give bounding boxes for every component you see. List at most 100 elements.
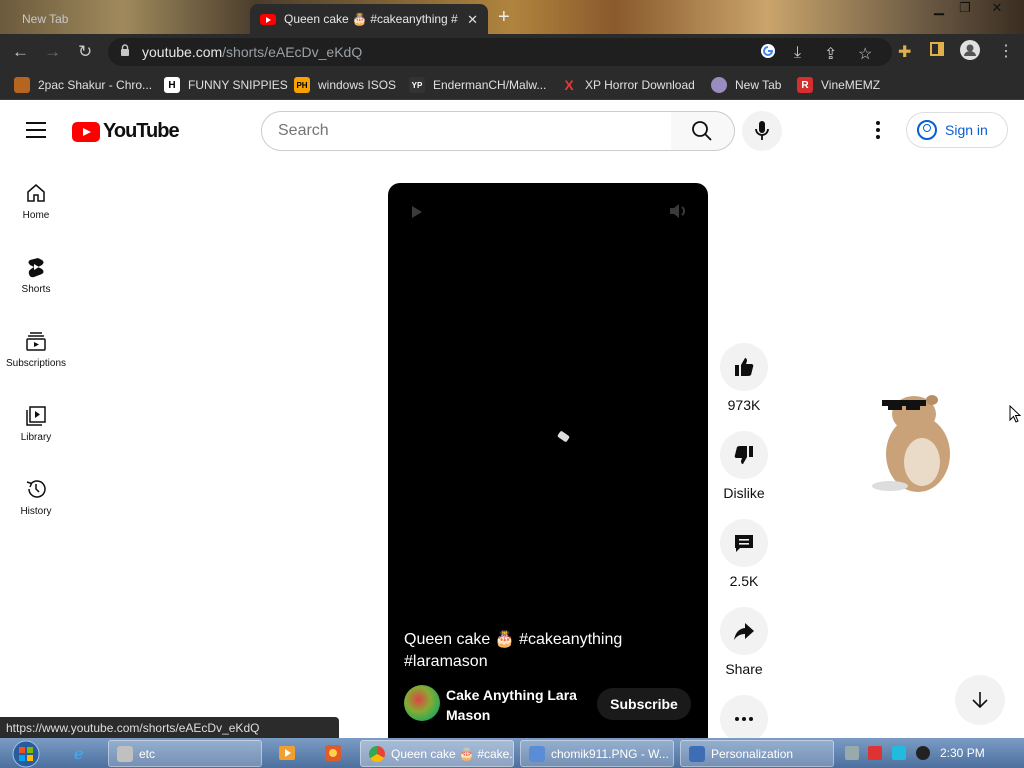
youtube-logo[interactable]: YouTube	[72, 120, 180, 143]
share-page-icon[interactable]: ⇪	[824, 44, 837, 64]
tray-network-icon[interactable]	[845, 746, 859, 760]
tab-label: Queen cake 🎂 #cakeanything #	[284, 12, 458, 26]
install-icon[interactable]: ⤓	[794, 44, 801, 62]
sidebar-item-history[interactable]: History	[0, 460, 72, 534]
bookmark-star-icon[interactable]: ☆	[858, 44, 872, 64]
tab-youtube-short[interactable]: Queen cake 🎂 #cakeanything # ✕	[250, 4, 488, 34]
browser-toolbar: ← → ↻ youtube.com/shorts/eAEcDv_eKdQ ⤓ ⇪…	[0, 34, 1024, 70]
image-file-icon	[529, 745, 545, 762]
sidebar-item-library[interactable]: Library	[0, 386, 72, 460]
window-close-icon[interactable]: ✕	[984, 0, 1010, 16]
sidebar-label: History	[20, 506, 52, 517]
short-title[interactable]: Queen cake 🎂 #cakeanything #laramason	[404, 629, 684, 673]
tray-flag-icon[interactable]	[868, 746, 882, 760]
dislike-action: Dislike	[720, 431, 768, 501]
sidebar-item-subscriptions[interactable]: Subscriptions	[0, 312, 72, 386]
bookmark-2pac[interactable]: 2pac Shakur - Chro...	[14, 77, 152, 93]
r-favicon-icon: R	[797, 77, 813, 93]
tab-label: New Tab	[22, 12, 69, 26]
address-bar[interactable]: youtube.com/shorts/eAEcDv_eKdQ ⤓ ⇪ ☆	[108, 38, 892, 66]
bookmark-windows-isos[interactable]: PH windows ISOS	[294, 77, 396, 93]
tray-volume-icon[interactable]	[916, 746, 930, 760]
taskbar-item-paint-file[interactable]: chomik911.PNG - W...	[520, 740, 674, 767]
taskbar-item-chrome[interactable]: Queen cake 🎂 #cake...	[360, 740, 514, 767]
account-circle-icon	[917, 120, 937, 140]
back-arrow-icon[interactable]: ←	[12, 42, 29, 62]
search-input[interactable]	[261, 111, 672, 151]
folder-icon	[117, 745, 133, 762]
subscribe-button[interactable]: Subscribe	[597, 688, 691, 720]
bookmark-label: 2pac Shakur - Chro...	[38, 78, 153, 92]
more-options-button[interactable]	[720, 695, 768, 738]
youtube-favicon-icon	[260, 13, 276, 25]
bookmark-label: New Tab	[735, 78, 782, 92]
menu-hamburger-icon[interactable]	[26, 122, 46, 138]
extensions-icon[interactable]: ✚	[898, 42, 911, 62]
forward-arrow-icon[interactable]: →	[44, 42, 61, 62]
reload-icon[interactable]: ↻	[78, 42, 92, 62]
taskbar-item-etc[interactable]: etc	[108, 740, 262, 767]
media-player-icon[interactable]	[278, 744, 296, 762]
thumbs-down-icon	[734, 446, 753, 464]
bookmark-endermanch[interactable]: YP EndermanCH/Malw...	[409, 77, 546, 93]
lock-icon	[121, 44, 129, 56]
taskbar-clock[interactable]: 2:30 PM	[940, 746, 985, 760]
bookmark-vinememz[interactable]: R VineMEMZ	[797, 77, 880, 93]
personalization-icon	[689, 745, 705, 762]
share-button[interactable]	[720, 607, 768, 655]
mouse-cursor-icon	[1009, 405, 1021, 423]
settings-more-icon[interactable]	[866, 119, 890, 143]
comments-button[interactable]	[720, 519, 768, 567]
youtube-play-logo-icon	[72, 121, 100, 142]
arrow-down-icon	[972, 692, 988, 709]
home-icon	[27, 184, 45, 202]
voice-search-button[interactable]	[742, 111, 782, 151]
play-icon[interactable]	[410, 205, 424, 219]
comments-action: 2.5K	[720, 519, 768, 589]
new-tab-button[interactable]: +	[498, 6, 510, 29]
bookmark-new-tab[interactable]: New Tab	[711, 77, 781, 93]
minimize-icon[interactable]: ▁	[926, 0, 952, 16]
sidebar-label: Home	[22, 210, 50, 221]
bookmark-xp-horror[interactable]: X XP Horror Download	[561, 77, 695, 93]
hamster-sunglasses-icon	[872, 395, 950, 492]
comment-count: 2.5K	[729, 573, 759, 589]
bookmark-favicon-icon	[14, 77, 30, 93]
tab-new-tab[interactable]: New Tab	[8, 4, 246, 34]
like-button[interactable]	[720, 343, 768, 391]
sidebar-item-shorts[interactable]: Shorts	[0, 238, 72, 312]
url-path: /shorts/eAEcDv_eKdQ	[222, 44, 363, 60]
paint-icon[interactable]	[324, 744, 342, 762]
tray-monitor-icon[interactable]	[892, 746, 906, 760]
dislike-button[interactable]	[720, 431, 768, 479]
sidebar-item-home[interactable]: Home	[0, 164, 72, 238]
internet-explorer-icon[interactable]: e	[72, 744, 90, 762]
sign-in-button[interactable]: Sign in	[906, 112, 1008, 148]
taskbar-label: Personalization	[711, 746, 794, 761]
browser-menu-icon[interactable]: ⋮	[998, 41, 1014, 61]
close-tab-icon[interactable]: ✕	[467, 12, 478, 28]
sidebar-label: Subscriptions	[5, 358, 67, 369]
channel-avatar[interactable]	[404, 685, 440, 721]
windows-start-icon[interactable]	[6, 739, 46, 768]
restore-icon[interactable]: ❐	[952, 0, 978, 16]
history-icon	[26, 480, 46, 498]
share-action: Share	[720, 607, 768, 677]
channel-name[interactable]: Cake Anything Lara Mason	[446, 685, 586, 725]
taskbar-label: etc	[139, 746, 156, 761]
volume-icon[interactable]	[668, 201, 690, 221]
bookmark-label: windows ISOS	[318, 78, 397, 92]
sign-in-label: Sign in	[945, 122, 988, 138]
taskbar-label: Queen cake 🎂 #cake...	[391, 746, 514, 761]
more-actions	[720, 695, 768, 738]
short-video-player[interactable]: Queen cake 🎂 #cakeanything #laramason Ca…	[388, 183, 708, 743]
profile-avatar-icon[interactable]	[960, 40, 980, 65]
youtube-wordmark: YouTube	[103, 120, 180, 142]
search-button[interactable]	[671, 111, 735, 151]
side-panel-icon[interactable]	[930, 42, 944, 61]
subscriptions-icon	[26, 332, 46, 351]
taskbar-item-personalization[interactable]: Personalization	[680, 740, 834, 767]
google-lens-icon[interactable]	[760, 43, 776, 64]
bookmark-funny-snippies[interactable]: H FUNNY SNIPPIES	[164, 77, 288, 93]
next-short-button[interactable]	[955, 675, 1005, 725]
